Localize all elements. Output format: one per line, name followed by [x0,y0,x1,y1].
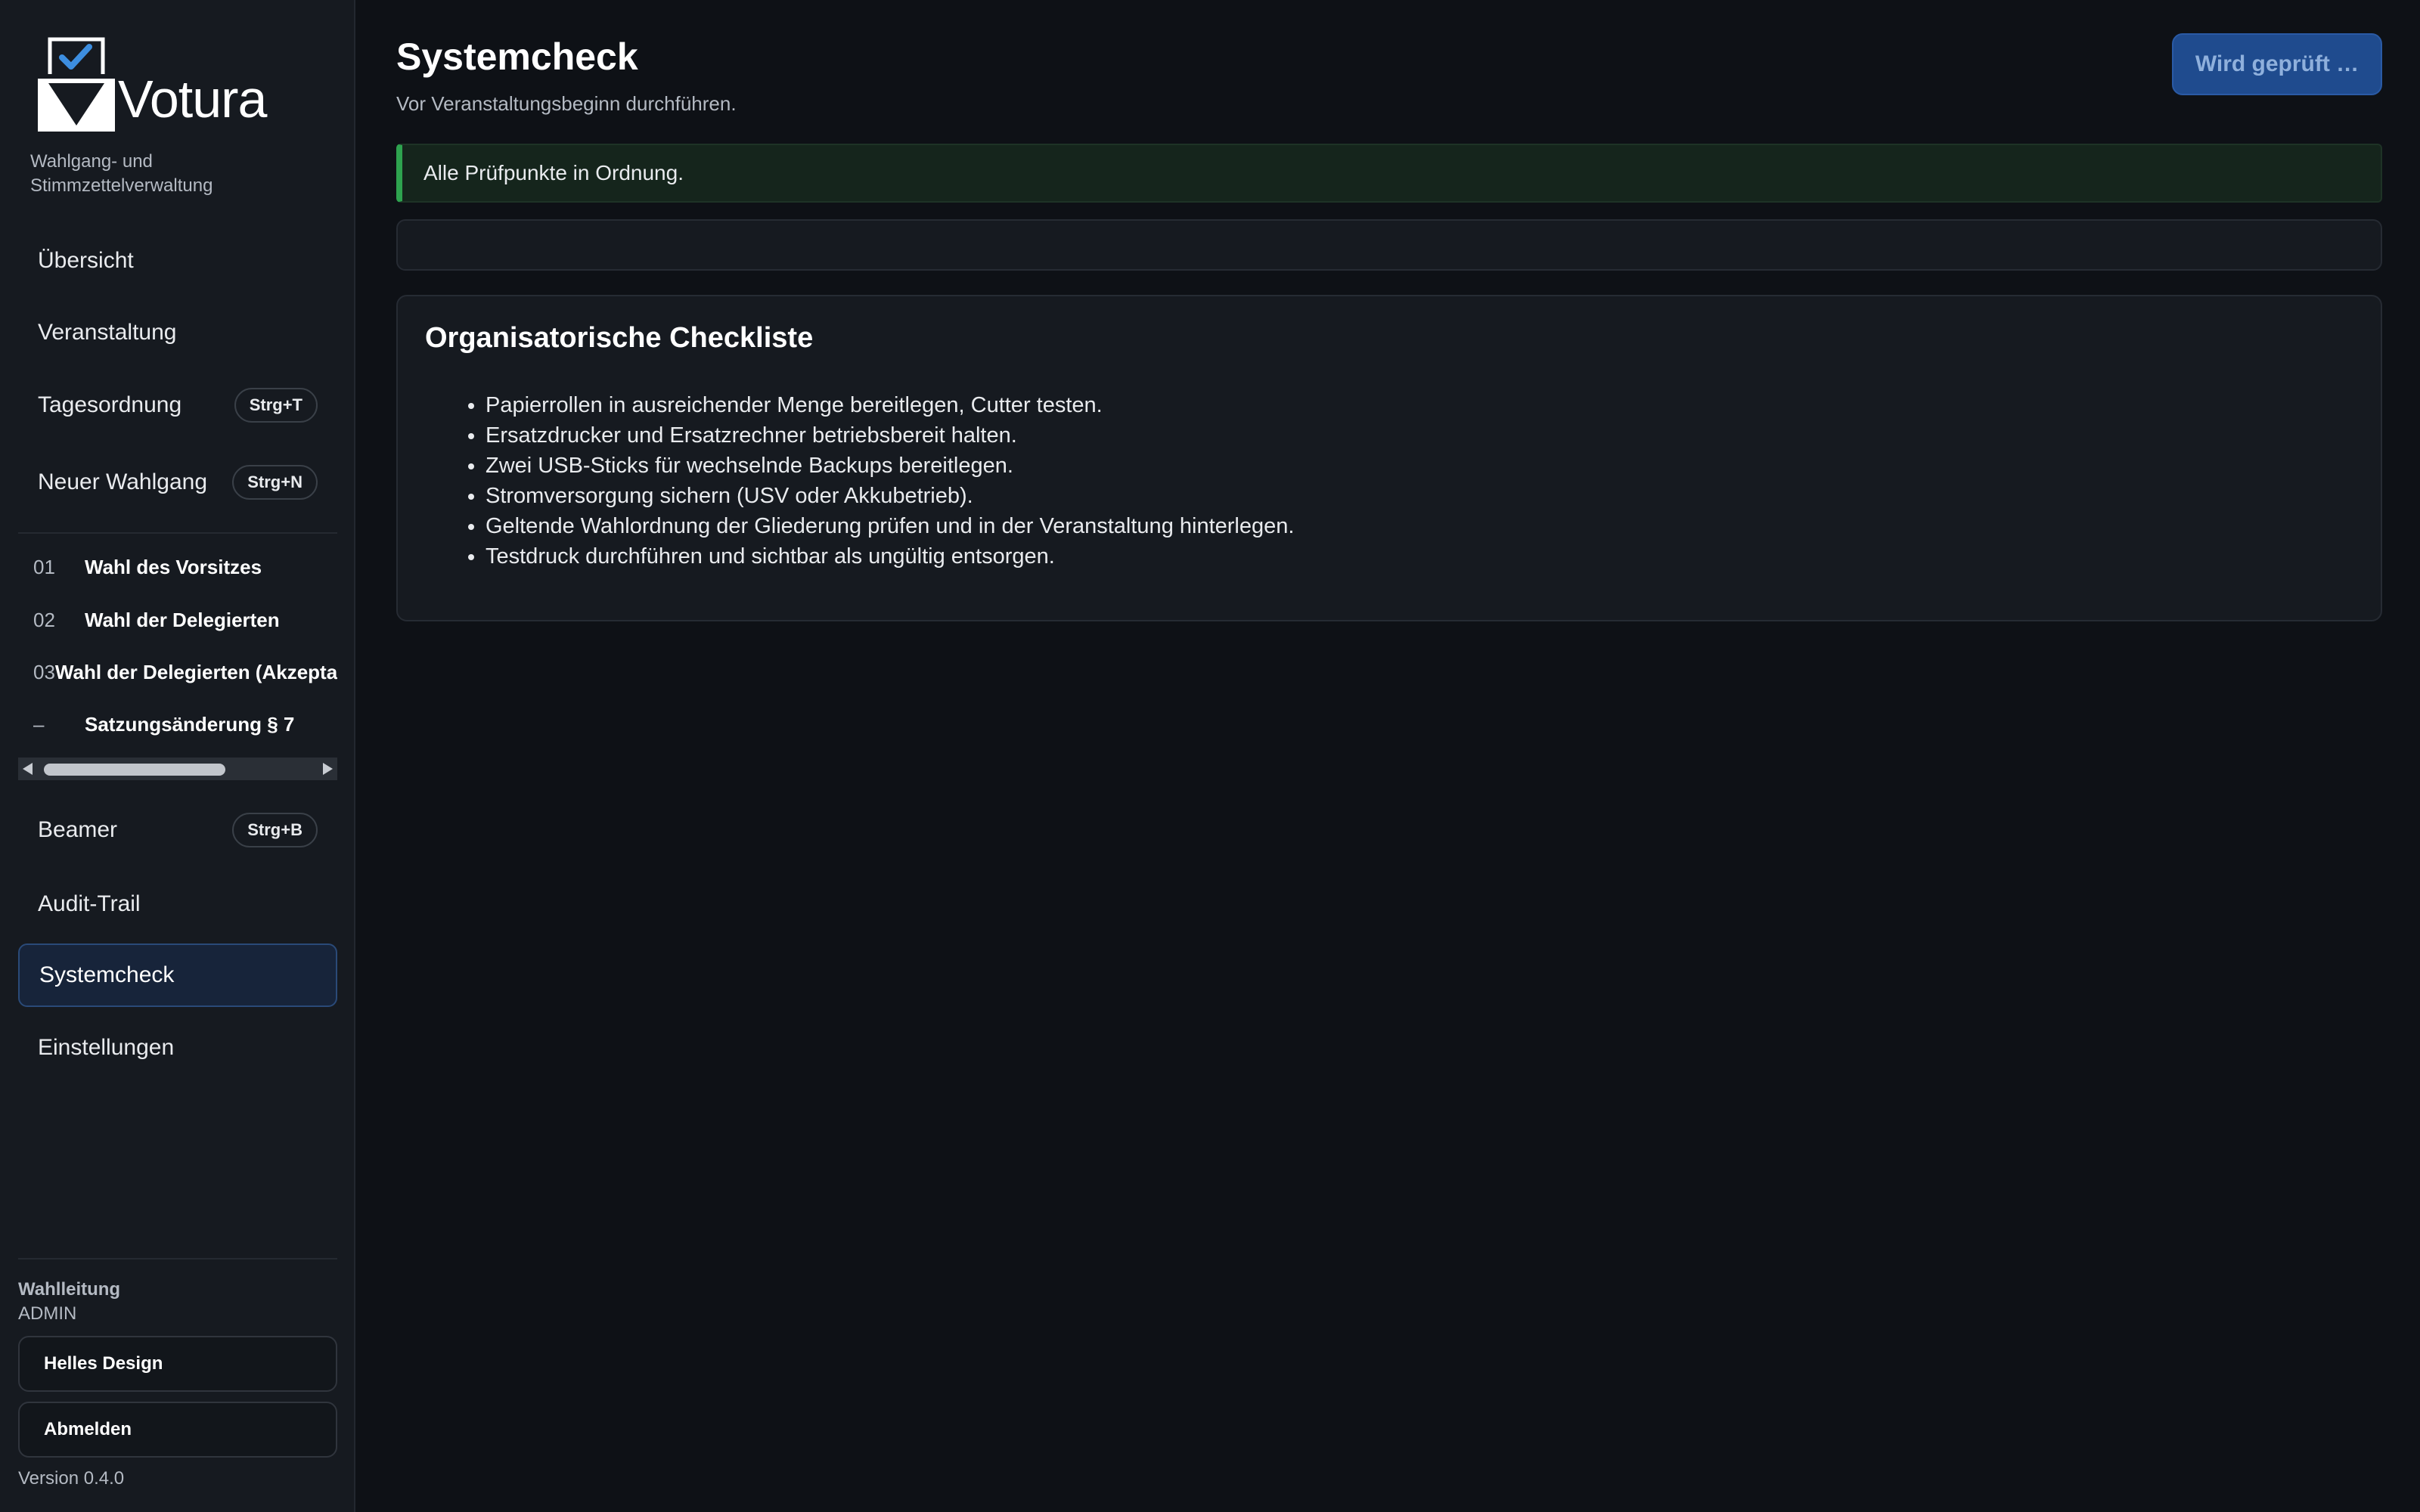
nav-neuer-wahlgang[interactable]: Neuer Wahlgang Strg+N [18,451,337,514]
ballot-title: Wahl der Delegierten [85,608,280,631]
logout-button[interactable]: Abmelden [18,1402,337,1458]
nav-label: Beamer [38,817,118,842]
nav-beamer[interactable]: Beamer Strg+B [18,798,337,862]
nav-label: Veranstaltung [38,320,177,345]
app-logo[interactable]: Votura [36,36,278,135]
ballot-item[interactable]: 03 Wahl der Delegierten (Akzeptanz) [18,648,337,696]
app-name: Votura [118,70,267,129]
shortcut-badge: Strg+B [232,813,318,847]
ballot-number: 01 [33,555,55,578]
scroll-right-icon[interactable] [323,763,333,775]
nav-uebersicht[interactable]: Übersicht [18,229,337,293]
scrollbar-thumb[interactable] [44,764,225,776]
page-title: Systemcheck [396,36,638,78]
ballot-number: – [33,712,45,736]
theme-toggle-button[interactable]: Helles Design [18,1336,337,1392]
nav-label: Audit-Trail [38,891,141,916]
user-level: ADMIN [18,1303,77,1324]
app-tagline: Wahlgang- und Stimmzettelverwaltung [30,151,213,196]
ballot-box-logo-icon [36,37,116,132]
shortcut-badge: Strg+N [232,465,318,500]
nav-label: Neuer Wahlgang [38,469,208,494]
main-content: Systemcheck Vor Veranstaltungsbeginn dur… [355,0,2420,1512]
ballot-item[interactable]: 02 Wahl der Delegierten [18,596,337,644]
scroll-left-icon[interactable] [23,763,33,775]
shortcut-badge: Strg+T [234,388,318,423]
nav-tagesordnung[interactable]: Tagesordnung Strg+T [18,373,337,437]
app-version: Version 0.4.0 [18,1468,125,1489]
checklist: Papierrollen in ausreichender Menge bere… [425,390,1294,572]
ballot-number: 02 [33,608,55,631]
nav-label: Übersicht [38,248,134,273]
nav-label: Einstellungen [38,1035,175,1060]
nav-audit-trail[interactable]: Audit-Trail [18,872,337,936]
nav-einstellungen[interactable]: Einstellungen [18,1016,337,1080]
ballot-title: Wahl der Delegierten (Akzeptanz) [54,660,337,683]
nav-label: Tagesordnung [38,392,182,417]
success-alert: Alle Prüfpunkte in Ordnung. [396,144,2382,203]
sidebar-divider [18,532,337,534]
horizontal-scrollbar[interactable] [18,758,337,780]
nav-systemcheck[interactable]: Systemcheck [18,943,337,1007]
sidebar-divider [18,1258,337,1259]
checklist-item: Papierrollen in ausreichender Menge bere… [486,390,1294,420]
ballot-item[interactable]: 01 Wahl des Vorsitzes [18,543,337,591]
page-subtitle: Vor Veranstaltungsbeginn durchführen. [396,92,737,115]
ballot-title: Wahl des Vorsitzes [85,555,262,578]
sidebar: Votura Wahlgang- und Stimmzettelverwaltu… [0,0,355,1512]
ballot-item[interactable]: – Satzungsänderung § 7 [18,700,337,748]
checklist-item: Geltende Wahlordnung der Gliederung prüf… [486,511,1294,541]
ballot-number: 03 [33,660,55,683]
run-check-button[interactable]: Wird geprüft … [2172,33,2382,95]
user-role: Wahlleitung [18,1279,121,1300]
nav-label: Systemcheck [39,962,175,987]
ballot-title: Satzungsänderung § 7 [85,712,295,736]
results-panel [396,219,2382,271]
nav-veranstaltung[interactable]: Veranstaltung [18,301,337,364]
checklist-item: Zwei USB-Sticks für wechselnde Backups b… [486,451,1294,481]
checklist-item: Stromversorgung sichern (USV oder Akkube… [486,481,1294,511]
checklist-title: Organisatorische Checkliste [425,322,814,354]
ballot-list: 01 Wahl des Vorsitzes 02 Wahl der Delegi… [18,543,337,789]
checklist-item: Testdruck durchführen und sichtbar als u… [486,541,1294,572]
checklist-item: Ersatzdrucker und Ersatzrechner betriebs… [486,420,1294,451]
checklist-card: Organisatorische Checkliste Papierrollen… [396,295,2382,621]
